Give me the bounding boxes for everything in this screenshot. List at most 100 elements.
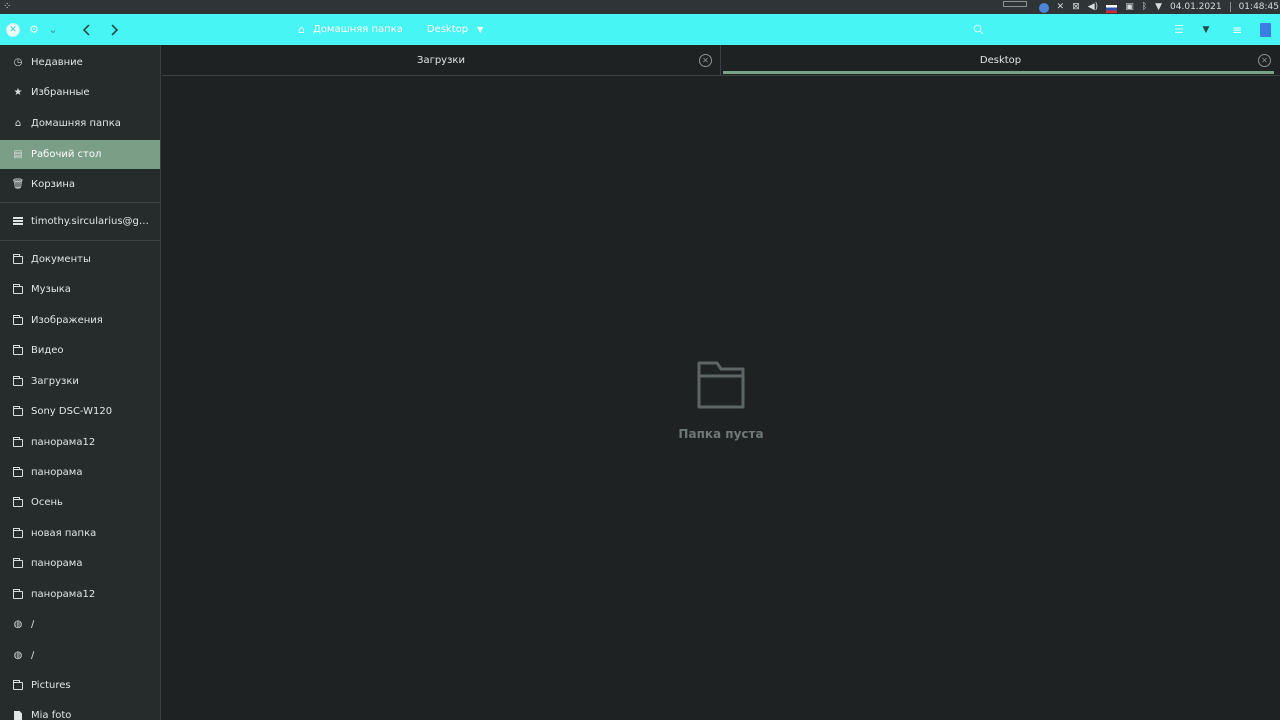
sidebar-item-mia-foto[interactable]: Mia foto: [0, 701, 160, 720]
clock-icon: ◷: [13, 57, 23, 68]
network-tray-icon[interactable]: ⊠: [1072, 0, 1080, 14]
sidebar-item-panorama-2[interactable]: панорама: [0, 549, 160, 578]
bluetooth-tray-icon[interactable]: ᛒ: [1142, 0, 1147, 14]
folder-icon: [12, 679, 24, 690]
sidebar-item-label: Изображения: [31, 315, 103, 326]
sidebar-item-account[interactable]: timothy.sircularius@gma...: [0, 207, 160, 236]
sidebar-item-video[interactable]: Видео: [0, 336, 160, 365]
sidebar-item-autumn[interactable]: Осень: [0, 488, 160, 517]
file-view[interactable]: Папка пуста: [162, 76, 1280, 720]
time-text[interactable]: 01:48:45: [1239, 0, 1279, 14]
trash-icon: 🗑︎: [11, 179, 25, 190]
breadcrumb-desktop[interactable]: Desktop: [427, 24, 468, 35]
folder-icon: [12, 557, 24, 568]
globe-icon: ◍: [13, 650, 23, 661]
clipboard-tray-icon[interactable]: ▣: [1125, 0, 1134, 14]
chevron-left-icon: [82, 23, 90, 36]
sidebar-item-label: Документы: [31, 254, 91, 265]
sidebar-item-label: Рабочий стол: [31, 149, 102, 160]
folder-icon: [12, 405, 24, 416]
sidebar-item-music[interactable]: Музыка: [0, 275, 160, 304]
sidebar-item-panorama[interactable]: панорама: [0, 458, 160, 487]
sidebar-item-label: Корзина: [31, 179, 76, 190]
sidebar-item-label: Видео: [31, 345, 64, 356]
breadcrumb-dropdown-icon[interactable]: ▼: [477, 25, 483, 34]
sidebar-item-label: панорама: [31, 558, 83, 569]
app-logo-button[interactable]: ✕: [5, 14, 21, 45]
tray-separator: [1229, 2, 1231, 12]
file-icon: [12, 710, 24, 720]
view-dropdown-icon[interactable]: ▼: [1200, 14, 1212, 45]
browser-tray-icon[interactable]: [1038, 3, 1049, 13]
date-text[interactable]: 04.01.2021: [1170, 0, 1222, 14]
wifi-tray-icon[interactable]: ▼: [1155, 0, 1162, 14]
sidebar-item-sony[interactable]: Sony DSC-W120: [0, 397, 160, 426]
chevron-right-icon: [111, 23, 119, 36]
main-menu-icon[interactable]: ≡: [1229, 14, 1245, 45]
sidebar-item-home[interactable]: ⌂ Домашняя папка: [0, 109, 160, 138]
sidebar-item-trash[interactable]: 🗑︎ Корзина: [0, 170, 160, 199]
file-manager-button[interactable]: [1258, 14, 1272, 45]
sidebar-item-label: /: [31, 650, 35, 661]
forward-button[interactable]: [107, 14, 121, 45]
sidebar-item-label: новая папка: [31, 528, 97, 539]
tab-downloads[interactable]: Загрузки ✕: [162, 45, 721, 76]
system-menu-icon[interactable]: ⁘: [3, 1, 11, 12]
search-icon[interactable]: [971, 14, 985, 45]
sidebar-item-desktop[interactable]: ▤ Рабочий стол: [0, 140, 160, 169]
sidebar-item-pictures-folder[interactable]: Pictures: [0, 671, 160, 700]
breadcrumb: ⌂ Домашняя папка Desktop ▼: [298, 14, 483, 45]
keyboard-layout-icon[interactable]: [1106, 4, 1118, 13]
app-logo-icon: ✕: [6, 22, 20, 37]
sidebar-item-downloads[interactable]: Загрузки: [0, 367, 160, 396]
sidebar-item-label: панорама12: [31, 437, 96, 448]
sidebar-item-network-root[interactable]: ◍ /: [0, 610, 160, 639]
gear-icon[interactable]: ⚙: [28, 14, 40, 45]
sidebar-item-new-folder[interactable]: новая папка: [0, 519, 160, 548]
home-icon[interactable]: ⌂: [298, 23, 305, 36]
sidebar-item-label: панорама12: [31, 589, 96, 600]
view-mode-icon[interactable]: ☰: [1172, 14, 1186, 45]
volume-tray-icon[interactable]: ◀): [1088, 0, 1098, 14]
tab-label: Desktop: [979, 55, 1022, 66]
sidebar-item-documents[interactable]: Документы: [0, 245, 160, 274]
sidebar-item-label: панорама: [31, 467, 83, 478]
active-tab-indicator: [723, 71, 1274, 74]
chevron-down-icon[interactable]: ⌄: [47, 14, 59, 45]
tools-tray-icon[interactable]: ✕: [1057, 0, 1065, 14]
sidebar-divider: [0, 240, 160, 241]
close-icon[interactable]: ✕: [699, 54, 712, 67]
tab-label: Загрузки: [417, 55, 465, 66]
tab-bar: Загрузки ✕ Desktop ✕: [162, 45, 1280, 76]
empty-folder-text: Папка пуста: [678, 427, 764, 441]
sidebar-item-network-root-2[interactable]: ◍ /: [0, 641, 160, 670]
sidebar-item-panorama12-2[interactable]: панорама12: [0, 580, 160, 609]
sidebar-item-recent[interactable]: ◷ Недавние: [0, 48, 160, 77]
sidebar-item-label: timothy.sircularius@gma...: [31, 216, 153, 227]
drive-icon: [12, 217, 24, 226]
close-icon[interactable]: ✕: [1258, 54, 1271, 67]
folder-icon: [12, 496, 24, 507]
workspace-indicator[interactable]: [1002, 1, 1027, 7]
back-button[interactable]: [80, 14, 94, 45]
sidebar-item-label: Pictures: [31, 680, 71, 691]
sidebar: ◷ Недавние ★ Избранные ⌂ Домашняя папка …: [0, 45, 161, 720]
file-manager-window: ⁘ ✕ ⊠ ◀) ▣ ᛒ ▼ 04.01.2021 01:48:45 ✕ ⚙ ⌄: [0, 0, 1280, 720]
sidebar-item-panorama12[interactable]: панорама12: [0, 428, 160, 457]
breadcrumb-home[interactable]: Домашняя папка: [313, 24, 403, 35]
folder-icon: [12, 588, 24, 599]
sidebar-item-favorites[interactable]: ★ Избранные: [0, 78, 160, 107]
file-manager-icon: [1259, 22, 1271, 37]
sidebar-item-pictures[interactable]: Изображения: [0, 306, 160, 335]
folder-icon: [12, 527, 24, 538]
sidebar-item-label: Домашняя папка: [31, 118, 121, 129]
sidebar-item-label: /: [31, 619, 35, 630]
folder-icon: [12, 466, 24, 477]
sidebar-item-label: Недавние: [31, 57, 83, 68]
home-icon: ⌂: [14, 118, 22, 129]
tab-desktop[interactable]: Desktop ✕: [721, 45, 1280, 76]
folder-icon: [12, 436, 24, 447]
sidebar-divider: [0, 202, 160, 203]
header-bar: ✕ ⚙ ⌄ ⌂ Домашняя папка Desktop ▼ ☰ ▼ ≡: [0, 14, 1280, 45]
globe-icon: ◍: [13, 619, 23, 630]
